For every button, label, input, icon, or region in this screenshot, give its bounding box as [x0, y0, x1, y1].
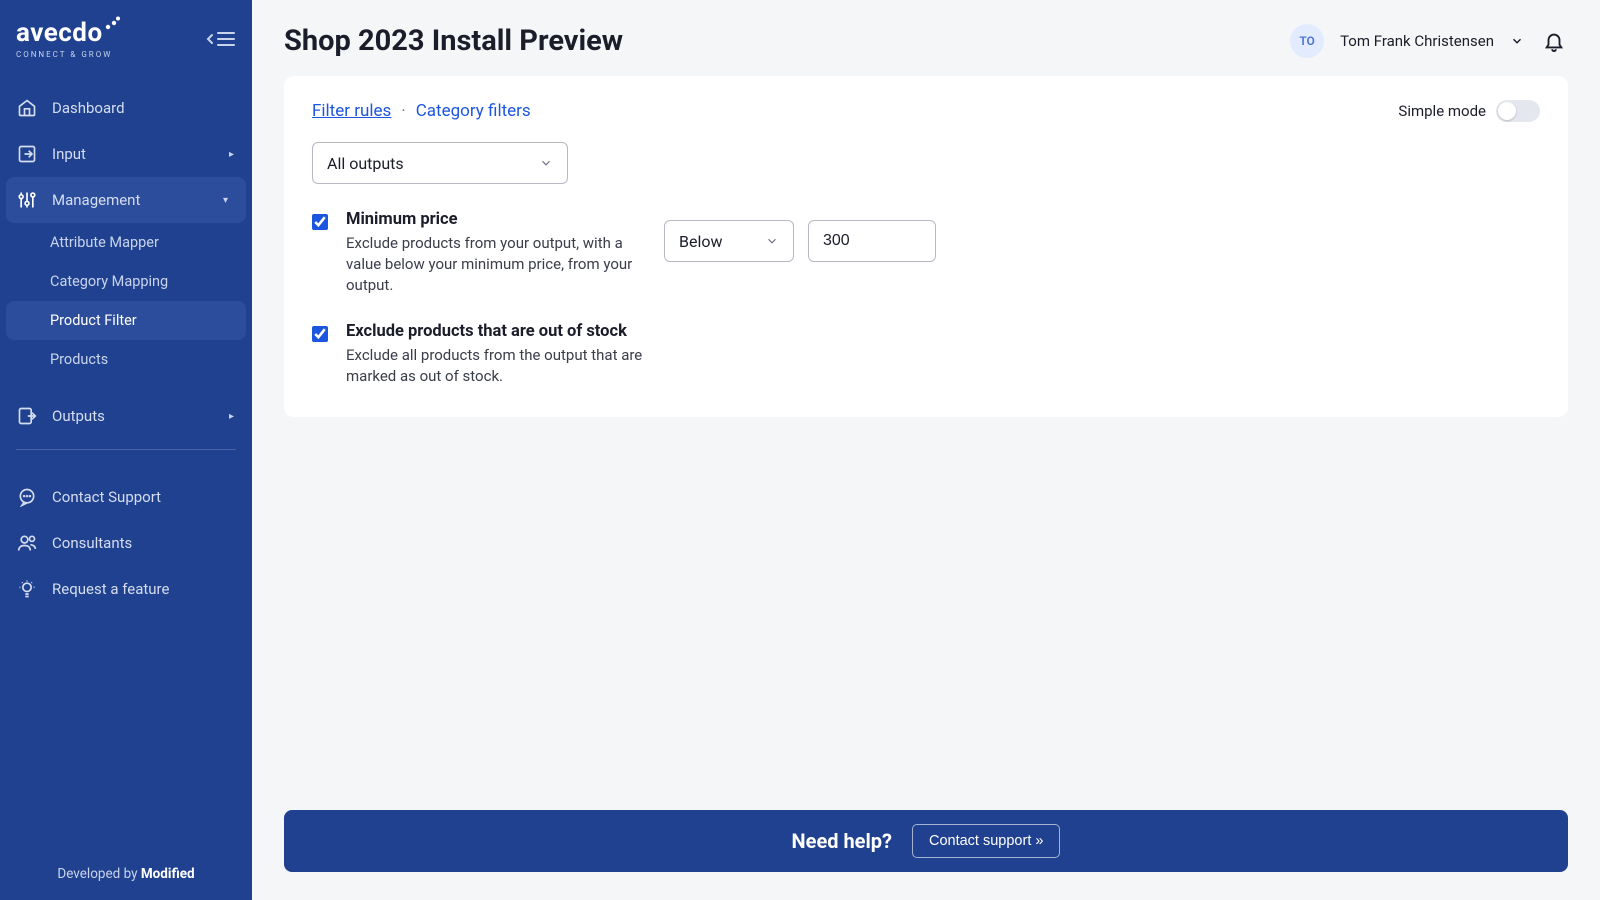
lightbulb-icon [16, 578, 38, 600]
sidebar-item-dashboard[interactable]: Dashboard [0, 85, 252, 131]
tab-category-filters[interactable]: Category filters [416, 101, 531, 121]
min-price-value-input[interactable] [808, 220, 936, 262]
content: Filter rules · Category filters Simple m… [252, 76, 1600, 900]
brand-tagline: CONNECT & GROW [16, 50, 121, 59]
sliders-icon [16, 189, 38, 211]
sidebar-sub-category-mapping[interactable]: Category Mapping [0, 262, 252, 301]
output-icon [16, 405, 38, 427]
sidebar-sub-label: Category Mapping [50, 273, 168, 290]
rule-min-price-desc: Exclude products from your output, with … [346, 233, 646, 296]
sidebar-item-label: Contact Support [52, 488, 161, 506]
input-icon [16, 143, 38, 165]
brand-name: avecdo [16, 18, 103, 48]
sidebar-item-label: Request a feature [52, 580, 169, 598]
chevron-down-icon [539, 156, 553, 170]
min-price-operator-value: Below [679, 232, 723, 251]
sidebar-item-label: Management [52, 191, 140, 209]
footer-brand: Modified [141, 866, 195, 882]
rule-out-of-stock-title: Exclude products that are out of stock [346, 322, 646, 341]
rule-out-of-stock: Exclude products that are out of stock E… [312, 322, 1540, 387]
footer-prefix: Developed by [57, 866, 140, 882]
rule-min-price-checkbox[interactable] [312, 214, 328, 230]
chevron-down-icon [765, 234, 779, 248]
sidebar-item-consultants[interactable]: Consultants [0, 520, 252, 566]
min-price-operator-select[interactable]: Below [664, 220, 794, 262]
simple-mode-switch[interactable] [1496, 100, 1540, 122]
sidebar-sub-label: Products [50, 351, 108, 368]
sidebar-sub-attribute-mapper[interactable]: Attribute Mapper [0, 223, 252, 262]
sidebar-sub-products[interactable]: Products [0, 340, 252, 379]
rule-out-of-stock-desc: Exclude all products from the output tha… [346, 345, 646, 387]
logo-dots-icon [105, 16, 121, 30]
output-select-value: All outputs [327, 154, 404, 173]
chat-icon [16, 486, 38, 508]
main: Shop 2023 Install Preview TO Tom Frank C… [252, 0, 1600, 900]
rule-out-of-stock-checkbox[interactable] [312, 326, 328, 342]
card-head: Filter rules · Category filters Simple m… [312, 100, 1540, 122]
primary-nav: Dashboard Input Management [0, 85, 252, 223]
brand-logo: avecdo CONNECT & GROW [16, 18, 121, 59]
logo-row: avecdo CONNECT & GROW [0, 0, 252, 71]
sidebar-item-label: Consultants [52, 534, 132, 552]
rule-minimum-price: Minimum price Exclude products from your… [312, 210, 1540, 296]
notifications-button[interactable] [1540, 27, 1568, 55]
management-subnav: Attribute Mapper Category Mapping Produc… [0, 223, 252, 379]
primary-nav-lower: Outputs [0, 393, 252, 439]
sidebar-sub-label: Attribute Mapper [50, 234, 159, 251]
sidebar-item-request-feature[interactable]: Request a feature [0, 566, 252, 612]
topbar: Shop 2023 Install Preview TO Tom Frank C… [252, 0, 1600, 76]
sidebar: avecdo CONNECT & GROW Dashboard [0, 0, 252, 900]
home-icon [16, 97, 38, 119]
sidebar-sub-product-filter[interactable]: Product Filter [6, 301, 246, 340]
users-icon [16, 532, 38, 554]
sidebar-item-outputs[interactable]: Outputs [0, 393, 252, 439]
help-text: Need help? [792, 829, 892, 853]
sidebar-item-label: Input [52, 145, 86, 163]
simple-mode-toggle: Simple mode [1398, 100, 1540, 122]
sidebar-item-input[interactable]: Input [0, 131, 252, 177]
sidebar-item-management[interactable]: Management [6, 177, 246, 223]
user-name[interactable]: Tom Frank Christensen [1340, 32, 1494, 50]
help-bar: Need help? Contact support » [284, 810, 1568, 872]
sidebar-item-contact-support[interactable]: Contact Support [0, 474, 252, 520]
topbar-right: TO Tom Frank Christensen [1290, 24, 1568, 58]
filter-card: Filter rules · Category filters Simple m… [284, 76, 1568, 417]
sidebar-item-label: Outputs [52, 407, 105, 425]
chevron-down-icon[interactable] [1510, 34, 1524, 48]
page-title: Shop 2023 Install Preview [284, 24, 623, 58]
output-select[interactable]: All outputs [312, 142, 568, 184]
sidebar-footer: Developed by Modified [0, 848, 252, 900]
filter-tabs: Filter rules · Category filters [312, 101, 531, 121]
support-nav: Contact Support Consultants Request a fe… [0, 474, 252, 612]
simple-mode-label: Simple mode [1398, 102, 1486, 120]
avatar[interactable]: TO [1290, 24, 1324, 58]
tab-filter-rules[interactable]: Filter rules [312, 101, 391, 121]
sidebar-item-label: Dashboard [52, 99, 125, 117]
rule-min-price-title: Minimum price [346, 210, 646, 229]
sidebar-divider [16, 449, 236, 450]
sidebar-sub-label: Product Filter [50, 312, 137, 329]
tab-separator: · [401, 101, 405, 121]
contact-support-button[interactable]: Contact support » [912, 824, 1060, 858]
sidebar-collapse-button[interactable] [206, 29, 236, 49]
